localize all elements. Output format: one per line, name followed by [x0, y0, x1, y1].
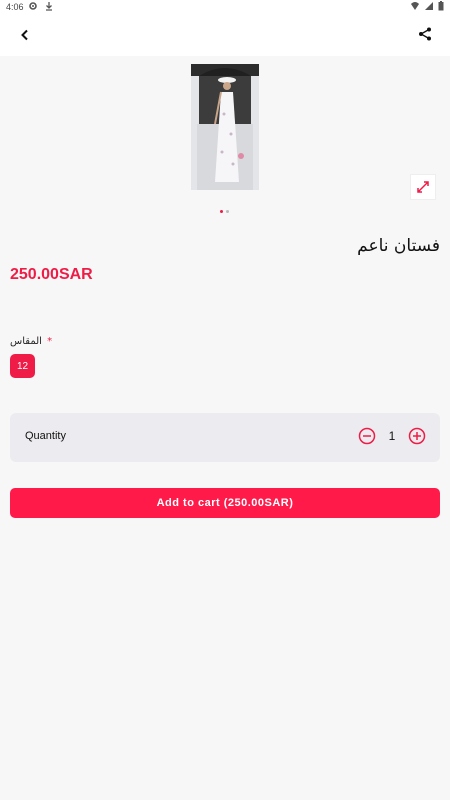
minus-circle-icon [358, 427, 376, 445]
size-option-12[interactable]: 12 [10, 354, 35, 378]
product-photo[interactable] [191, 64, 259, 190]
product-price: 250.00SAR [10, 266, 93, 283]
share-icon [418, 26, 432, 45]
product-content: فستان ناعم 250.00SAR المقاس * 12 Quantit… [0, 56, 450, 800]
increase-quantity-button[interactable] [408, 427, 426, 445]
expand-image-button[interactable] [410, 174, 436, 200]
back-button[interactable] [10, 20, 40, 50]
pager-dot-active [220, 210, 223, 213]
quantity-label: Quantity [25, 430, 66, 442]
share-button[interactable] [410, 20, 440, 50]
battery-icon [438, 1, 444, 13]
expand-icon [417, 178, 429, 197]
signal-icon [424, 1, 434, 13]
size-label-text: المقاس [10, 336, 42, 347]
size-label: المقاس * [10, 336, 52, 347]
image-pager-dots [220, 210, 229, 213]
add-to-cart-button[interactable]: Add to cart (250.00SAR) [10, 488, 440, 518]
product-title: فستان ناعم [357, 236, 440, 256]
decrease-quantity-button[interactable] [358, 427, 376, 445]
gear-icon [28, 1, 38, 13]
status-bar: 4:06 [0, 0, 450, 14]
app-bar [0, 14, 450, 56]
pager-dot [226, 210, 229, 213]
plus-circle-icon [408, 427, 426, 445]
download-icon [44, 1, 54, 13]
status-time: 4:06 [6, 2, 24, 12]
chevron-left-icon [19, 26, 31, 45]
quantity-card: Quantity 1 [10, 413, 440, 462]
status-icons-left [28, 1, 54, 13]
quantity-stepper: 1 [358, 427, 426, 445]
wifi-icon [410, 1, 420, 13]
required-mark: * [47, 336, 53, 347]
quantity-value: 1 [388, 429, 396, 443]
status-icons-right [410, 1, 444, 13]
